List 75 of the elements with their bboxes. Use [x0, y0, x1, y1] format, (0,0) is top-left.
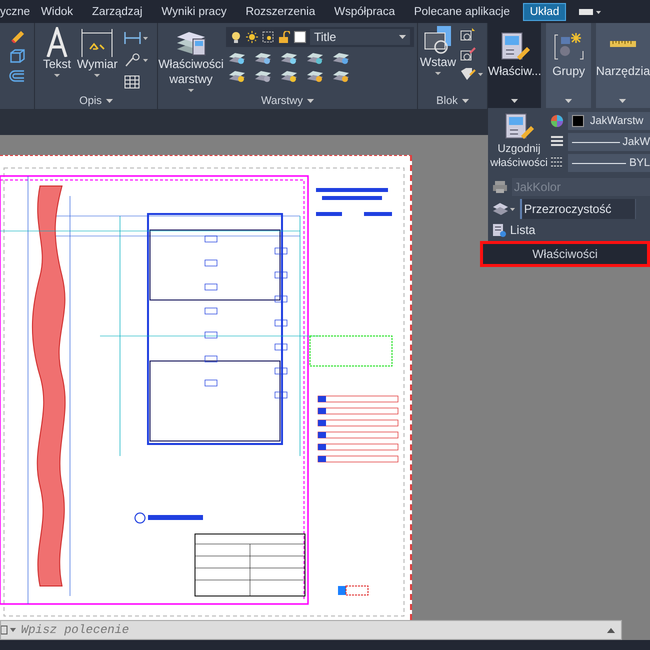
list-button[interactable]: Lista: [488, 221, 650, 239]
group-icon[interactable]: [554, 31, 584, 61]
printer-icon[interactable]: [492, 180, 508, 194]
layer-tool-icon[interactable]: [254, 69, 272, 83]
layers-icon[interactable]: [492, 202, 516, 216]
panel-title[interactable]: Blok: [418, 93, 487, 109]
ribbon-button[interactable]: Grupy: [552, 31, 585, 99]
tag-pencil-icon[interactable]: [460, 67, 484, 81]
window-switch-icon[interactable]: [579, 8, 602, 16]
caret-up-icon[interactable]: [607, 628, 615, 632]
color-wheel-icon[interactable]: [550, 114, 564, 128]
lightbulb-icon[interactable]: [230, 31, 242, 43]
offset-icon[interactable]: [9, 69, 25, 83]
menu-tab[interactable]: Wyniki pracy: [156, 2, 233, 20]
menu-tab[interactable]: yczne: [0, 2, 36, 20]
viewport-sun-icon[interactable]: [262, 31, 274, 43]
field-accent: [520, 199, 522, 219]
caret-icon: [306, 99, 314, 103]
menu-tab[interactable]: Polecane aplikacje: [408, 2, 516, 20]
layer-tool-icon[interactable]: [228, 51, 246, 65]
panel-title[interactable]: Warstwy: [158, 93, 417, 109]
color-swatch: [294, 31, 306, 43]
properties-brush-icon: [504, 112, 534, 140]
layer-tool-icon[interactable]: [332, 51, 350, 65]
caret-icon[interactable]: [54, 74, 60, 77]
layer-tool-icon[interactable]: [280, 51, 298, 65]
padlock-icon[interactable]: [278, 31, 290, 43]
cube-icon[interactable]: [9, 49, 25, 63]
caret-icon[interactable]: [94, 74, 100, 77]
transparency-field[interactable]: Przezroczystość: [522, 199, 636, 219]
caret-icon: [106, 99, 113, 103]
line-sample: [572, 162, 626, 164]
layer-tool-icon[interactable]: [228, 69, 246, 83]
ribbon-button[interactable]: Wstaw: [420, 25, 456, 93]
menu-tab[interactable]: Rozszerzenia: [240, 2, 322, 20]
eraser-icon[interactable]: [9, 29, 25, 43]
layer-tool-icon[interactable]: [332, 69, 350, 83]
caret-icon[interactable]: [188, 89, 194, 92]
terminal-caret-icon: [1, 625, 19, 635]
layer-tool-icon[interactable]: [254, 51, 272, 65]
caret-icon[interactable]: [511, 99, 518, 103]
color-swatch: [572, 115, 584, 127]
command-line-field[interactable]: Wpisz polecenie: [0, 620, 622, 640]
panel-title[interactable]: Właściwości: [480, 241, 650, 267]
color-dropdown[interactable]: JakWarstw: [568, 112, 650, 130]
panel-title[interactable]: Opis: [35, 93, 157, 109]
menu-tab[interactable]: Widok: [35, 2, 79, 20]
linetype-icon[interactable]: [550, 135, 564, 149]
ribbon-button[interactable]: Narzędzia: [596, 31, 650, 99]
linetype-dropdown[interactable]: JakW: [568, 133, 650, 151]
caret-icon[interactable]: [435, 72, 441, 75]
sun-icon[interactable]: [246, 31, 258, 43]
caret-icon[interactable]: [565, 99, 572, 103]
leader-icon[interactable]: [124, 53, 148, 67]
ribbon-button[interactable]: Właściw...: [488, 31, 542, 99]
insert-block-icon[interactable]: [423, 25, 453, 55]
menu-tab[interactable]: Układ: [522, 2, 566, 20]
match-properties-button[interactable]: Uzgodnij właściwości: [492, 112, 546, 172]
dimension-icon[interactable]: [80, 27, 114, 57]
layer-dropdown[interactable]: Title: [310, 29, 410, 45]
menu-tab[interactable]: Współpraca: [328, 2, 401, 20]
caret-icon[interactable]: [619, 99, 626, 103]
ribbon-button[interactable]: Wymiar: [77, 27, 118, 93]
text-icon[interactable]: [45, 27, 69, 57]
layer-tool-icon[interactable]: [306, 69, 324, 83]
layer-tool-icon[interactable]: [306, 51, 324, 65]
lineweight-dropdown[interactable]: BYL: [568, 154, 650, 172]
ribbon-button[interactable]: Tekst: [43, 27, 72, 93]
linear-dimension-icon[interactable]: [124, 31, 148, 45]
caret-icon: [399, 35, 406, 39]
menu-tab[interactable]: Zarządzaj: [86, 2, 148, 20]
properties-brush-icon[interactable]: [500, 31, 530, 61]
caret-icon: [462, 99, 469, 103]
layer-tool-icon[interactable]: [280, 69, 298, 83]
list-icon: [492, 223, 506, 237]
